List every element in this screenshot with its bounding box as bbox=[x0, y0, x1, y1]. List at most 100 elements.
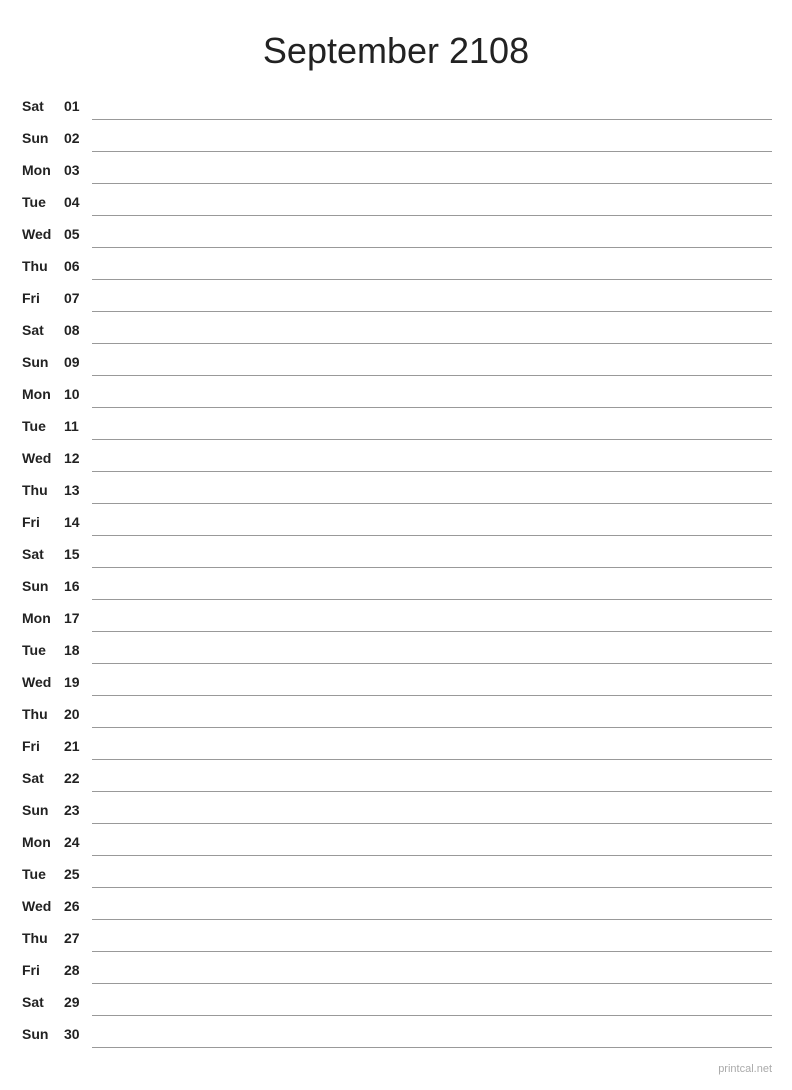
calendar-row: Sat15 bbox=[20, 538, 772, 570]
day-number: 29 bbox=[62, 986, 92, 1018]
calendar-row: Sat29 bbox=[20, 986, 772, 1018]
day-number: 27 bbox=[62, 922, 92, 954]
day-number: 12 bbox=[62, 442, 92, 474]
day-number: 25 bbox=[62, 858, 92, 890]
day-name: Fri bbox=[20, 730, 62, 762]
calendar-row: Sun23 bbox=[20, 794, 772, 826]
day-line bbox=[92, 666, 772, 698]
day-name: Fri bbox=[20, 506, 62, 538]
day-line bbox=[92, 186, 772, 218]
day-line bbox=[92, 858, 772, 890]
day-name: Wed bbox=[20, 218, 62, 250]
calendar-row: Tue04 bbox=[20, 186, 772, 218]
day-name: Mon bbox=[20, 602, 62, 634]
day-name: Fri bbox=[20, 282, 62, 314]
day-name: Sat bbox=[20, 762, 62, 794]
day-line bbox=[92, 1018, 772, 1050]
day-name: Wed bbox=[20, 666, 62, 698]
day-name: Thu bbox=[20, 474, 62, 506]
day-name: Thu bbox=[20, 698, 62, 730]
day-name: Sat bbox=[20, 90, 62, 122]
day-number: 05 bbox=[62, 218, 92, 250]
day-line bbox=[92, 474, 772, 506]
day-line bbox=[92, 90, 772, 122]
day-number: 06 bbox=[62, 250, 92, 282]
calendar-row: Mon24 bbox=[20, 826, 772, 858]
calendar-row: Fri07 bbox=[20, 282, 772, 314]
calendar-row: Sat22 bbox=[20, 762, 772, 794]
calendar-row: Sun16 bbox=[20, 570, 772, 602]
day-line bbox=[92, 410, 772, 442]
day-number: 15 bbox=[62, 538, 92, 570]
day-number: 09 bbox=[62, 346, 92, 378]
calendar-row: Fri21 bbox=[20, 730, 772, 762]
day-name: Mon bbox=[20, 826, 62, 858]
calendar-row: Tue25 bbox=[20, 858, 772, 890]
day-name: Sun bbox=[20, 794, 62, 826]
day-line bbox=[92, 154, 772, 186]
calendar-row: Wed26 bbox=[20, 890, 772, 922]
day-number: 19 bbox=[62, 666, 92, 698]
day-number: 21 bbox=[62, 730, 92, 762]
day-line bbox=[92, 602, 772, 634]
day-line bbox=[92, 442, 772, 474]
calendar-row: Tue11 bbox=[20, 410, 772, 442]
calendar-row: Sun02 bbox=[20, 122, 772, 154]
day-line bbox=[92, 378, 772, 410]
calendar-row: Thu13 bbox=[20, 474, 772, 506]
day-line bbox=[92, 570, 772, 602]
day-name: Sat bbox=[20, 538, 62, 570]
day-number: 14 bbox=[62, 506, 92, 538]
day-line bbox=[92, 698, 772, 730]
day-number: 11 bbox=[62, 410, 92, 442]
day-name: Fri bbox=[20, 954, 62, 986]
day-name: Thu bbox=[20, 922, 62, 954]
day-name: Mon bbox=[20, 154, 62, 186]
day-line bbox=[92, 826, 772, 858]
calendar-row: Sat08 bbox=[20, 314, 772, 346]
calendar-row: Thu20 bbox=[20, 698, 772, 730]
day-name: Thu bbox=[20, 250, 62, 282]
calendar-row: Mon17 bbox=[20, 602, 772, 634]
day-name: Sun bbox=[20, 122, 62, 154]
day-name: Tue bbox=[20, 634, 62, 666]
calendar-row: Mon03 bbox=[20, 154, 772, 186]
calendar-row: Mon10 bbox=[20, 378, 772, 410]
calendar-row: Fri14 bbox=[20, 506, 772, 538]
day-name: Wed bbox=[20, 442, 62, 474]
day-line bbox=[92, 506, 772, 538]
day-line bbox=[92, 634, 772, 666]
day-line bbox=[92, 730, 772, 762]
day-line bbox=[92, 922, 772, 954]
day-number: 20 bbox=[62, 698, 92, 730]
day-line bbox=[92, 314, 772, 346]
calendar-table: Sat01Sun02Mon03Tue04Wed05Thu06Fri07Sat08… bbox=[20, 90, 772, 1050]
day-number: 22 bbox=[62, 762, 92, 794]
calendar-row: Wed12 bbox=[20, 442, 772, 474]
day-line bbox=[92, 218, 772, 250]
calendar-row: Fri28 bbox=[20, 954, 772, 986]
day-name: Mon bbox=[20, 378, 62, 410]
calendar-row: Wed05 bbox=[20, 218, 772, 250]
day-number: 10 bbox=[62, 378, 92, 410]
page-title: September 2108 bbox=[20, 20, 772, 72]
day-number: 28 bbox=[62, 954, 92, 986]
day-line bbox=[92, 890, 772, 922]
day-name: Wed bbox=[20, 890, 62, 922]
day-line bbox=[92, 282, 772, 314]
day-line bbox=[92, 538, 772, 570]
day-number: 24 bbox=[62, 826, 92, 858]
day-name: Sun bbox=[20, 1018, 62, 1050]
calendar-row: Wed19 bbox=[20, 666, 772, 698]
day-line bbox=[92, 986, 772, 1018]
footer-credit: printcal.net bbox=[718, 1063, 772, 1075]
day-number: 04 bbox=[62, 186, 92, 218]
day-number: 17 bbox=[62, 602, 92, 634]
day-number: 08 bbox=[62, 314, 92, 346]
day-name: Sun bbox=[20, 570, 62, 602]
day-line bbox=[92, 794, 772, 826]
day-name: Tue bbox=[20, 186, 62, 218]
day-number: 07 bbox=[62, 282, 92, 314]
day-number: 23 bbox=[62, 794, 92, 826]
day-number: 13 bbox=[62, 474, 92, 506]
